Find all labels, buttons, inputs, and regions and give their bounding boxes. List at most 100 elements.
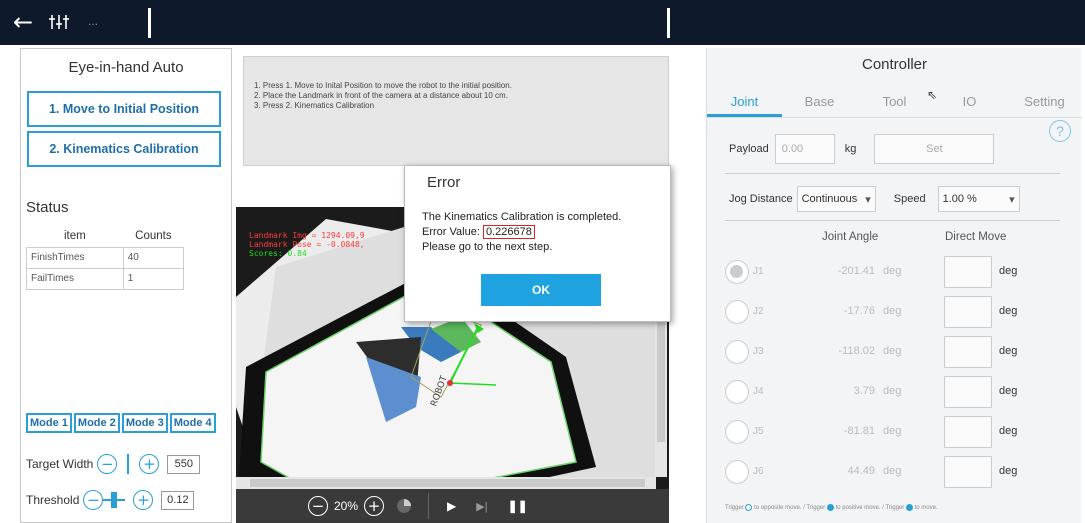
- direct-move-input[interactable]: [944, 336, 992, 368]
- zoom-level: 20%: [334, 499, 359, 513]
- zoom-in-icon[interactable]: +: [364, 496, 385, 516]
- dialog-message: The Kinematics Calibration is completed.…: [422, 210, 621, 255]
- hint-text: to positive move.: [835, 505, 881, 512]
- direct-move-input[interactable]: [944, 456, 992, 488]
- slider-handle[interactable]: [111, 492, 118, 508]
- direct-move-unit: deg: [999, 425, 1018, 437]
- payload-label: Payload: [729, 143, 769, 155]
- move-initial-position-button[interactable]: 1. Move to Initial Position: [27, 91, 221, 127]
- direct-move-input[interactable]: [944, 256, 992, 288]
- back-arrow-icon[interactable]: ←: [13, 8, 33, 36]
- joint-angle: -81.81: [843, 425, 875, 437]
- joint-name: J4: [753, 386, 764, 397]
- tab-base[interactable]: Base: [782, 86, 857, 117]
- mode-4-button[interactable]: Mode 4: [169, 413, 216, 433]
- joint-row-j4: J4 3.79 deg deg: [725, 376, 1065, 408]
- minus-icon[interactable]: −: [97, 454, 118, 474]
- scrollbar-thumb[interactable]: [250, 479, 645, 487]
- chevron-down-icon: ▾: [865, 192, 871, 206]
- mode-1-button[interactable]: Mode 1: [26, 413, 72, 433]
- tab-tool[interactable]: Tool: [857, 86, 932, 117]
- jog-distance-label: Jog Distance: [729, 193, 793, 205]
- hint-text: /: [803, 505, 805, 512]
- threshold-input[interactable]: 0.12: [161, 490, 195, 510]
- divider: [725, 220, 1060, 221]
- joint-unit: deg: [883, 465, 902, 477]
- joint-radio[interactable]: [725, 260, 749, 284]
- footer-hint: Trigger to opposite move. / Trigger to p…: [725, 504, 938, 511]
- direct-move-header: Direct Move: [945, 231, 1007, 243]
- play-icon[interactable]: ▶: [447, 499, 456, 513]
- hint-text: Trigger: [806, 505, 826, 512]
- jog-distance-select[interactable]: Continuous ▾: [796, 186, 876, 212]
- tab-io[interactable]: IO: [932, 86, 1007, 117]
- joint-radio[interactable]: [725, 420, 749, 444]
- joint-radio[interactable]: [725, 300, 749, 324]
- step-icon[interactable]: ▶|: [476, 500, 487, 513]
- table-cell: FinishTimes: [26, 246, 124, 269]
- threshold-slider[interactable]: [103, 490, 126, 510]
- hint-text: to opposite move.: [754, 505, 802, 512]
- ok-button[interactable]: OK: [481, 274, 601, 306]
- divider: [725, 173, 1060, 174]
- payload-input[interactable]: 0.00: [774, 134, 835, 164]
- error-dialog: Error The Kinematics Calibration is comp…: [404, 165, 671, 322]
- hint-text: /: [882, 505, 884, 512]
- joint-angle: -201.41: [837, 265, 875, 277]
- speed-select[interactable]: 1.00 % ▾: [937, 186, 1020, 212]
- table-row: FailTimes 1: [26, 267, 185, 290]
- mouse-cursor-icon: ⇖: [927, 88, 938, 102]
- error-value-label: Error Value:: [422, 226, 483, 238]
- tab-setting[interactable]: Setting: [1007, 86, 1082, 117]
- chevron-down-icon: ▾: [1009, 192, 1015, 206]
- joint-name: J6: [753, 466, 764, 477]
- joint-radio[interactable]: [725, 380, 749, 404]
- column-header: item: [64, 229, 86, 242]
- minus-icon[interactable]: −: [83, 490, 104, 510]
- direct-move-input[interactable]: [944, 376, 992, 408]
- mode-3-button[interactable]: Mode 3: [121, 413, 168, 433]
- camera-controls: − 20% + ▶ ▶| ❚❚: [236, 489, 669, 523]
- horizontal-scrollbar[interactable]: [236, 477, 656, 489]
- hint-text: Trigger: [725, 505, 744, 512]
- table-cell: FailTimes: [26, 267, 124, 290]
- target-width-label: Target Width: [26, 457, 94, 471]
- joint-angle-header: Joint Angle: [822, 231, 879, 243]
- table-row: FinishTimes 40: [26, 246, 185, 269]
- joint-radio[interactable]: [725, 460, 749, 484]
- direct-move-input[interactable]: [944, 416, 992, 448]
- divider: [667, 8, 670, 38]
- joint-row-j1: J1 -201.41 deg deg: [725, 256, 1065, 288]
- zoom-out-icon[interactable]: −: [308, 496, 328, 516]
- pause-icon[interactable]: ❚❚: [508, 499, 528, 513]
- message-line: Please go to the next step.: [422, 241, 553, 253]
- shape-icon[interactable]: [396, 498, 412, 514]
- panel-title: Eye-in-hand Auto: [68, 59, 184, 76]
- joint-name: J2: [753, 306, 764, 317]
- plus-icon[interactable]: +: [133, 490, 154, 510]
- mode-2-button[interactable]: Mode 2: [73, 413, 120, 433]
- divider: [148, 8, 151, 38]
- joint-row-j5: J5 -81.81 deg deg: [725, 416, 1065, 448]
- dialog-title: Error: [427, 174, 461, 191]
- target-width-input[interactable]: 550: [167, 454, 201, 474]
- message-line: The Kinematics Calibration is completed.: [422, 211, 622, 223]
- more-dots-icon[interactable]: ...: [88, 14, 98, 28]
- plus-icon[interactable]: +: [139, 454, 160, 474]
- joint-angle: 44.49: [847, 465, 875, 477]
- direct-move-input[interactable]: [944, 296, 992, 328]
- adjust-sliders-icon[interactable]: [48, 12, 70, 37]
- kinematics-calibration-button[interactable]: 2. Kinematics Calibration: [27, 131, 221, 167]
- set-button[interactable]: Set: [874, 134, 995, 164]
- joint-radio[interactable]: [725, 340, 749, 364]
- message-line: Error Value: 0.226678: [422, 225, 621, 240]
- overlay-text: Scores: 0.84: [249, 249, 307, 258]
- payload-row: Payload 0.00 kg Set: [729, 134, 995, 164]
- joint-unit: deg: [883, 385, 902, 397]
- instructions-box: 1. Press 1. Move to Inital Position to m…: [243, 56, 669, 166]
- table-cell: 40: [122, 246, 185, 269]
- help-icon[interactable]: ?: [1049, 120, 1071, 142]
- hint-text: to move.: [914, 505, 938, 512]
- tab-joint[interactable]: Joint: [707, 86, 782, 117]
- mode-buttons: Mode 1 Mode 2 Mode 3 Mode 4: [26, 413, 226, 433]
